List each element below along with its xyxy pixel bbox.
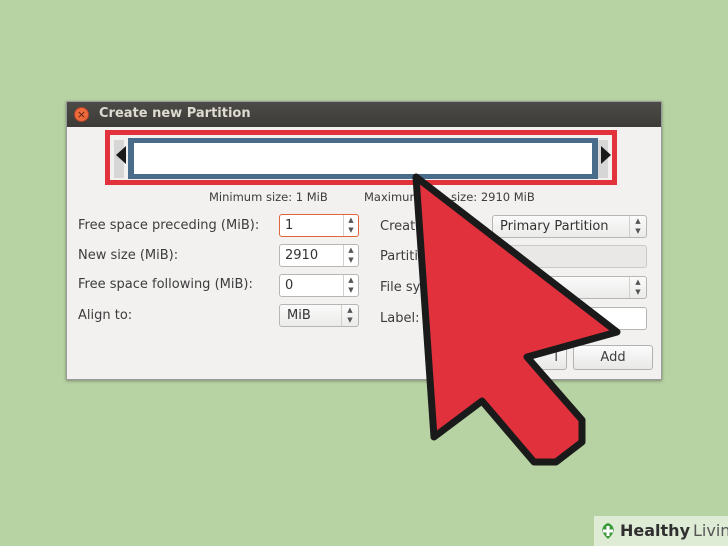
leaf-logo-icon bbox=[602, 523, 614, 539]
watermark-text: HealthyLiving bbox=[620, 521, 728, 540]
pointer-arrow-overlay bbox=[412, 173, 621, 466]
watermark: HealthyLiving bbox=[594, 516, 728, 546]
pointer-arrow-icon bbox=[412, 173, 621, 466]
watermark-part2: Living bbox=[693, 521, 728, 540]
watermark-part1: Healthy bbox=[620, 521, 690, 540]
